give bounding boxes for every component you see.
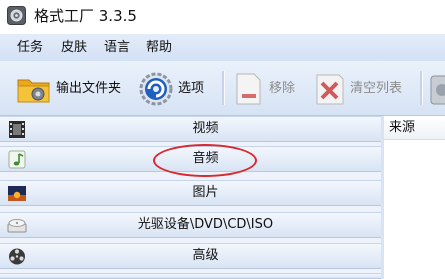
menu-language[interactable]: 语言 <box>104 40 130 56</box>
category-picture[interactable]: 图片 <box>0 180 381 206</box>
film-reel-icon <box>9 248 25 265</box>
disc-drive-icon <box>7 219 27 233</box>
menu-task[interactable]: 任务 <box>17 40 43 56</box>
toolbar-separator <box>420 71 423 105</box>
clear-list-label: 清空列表 <box>350 81 403 96</box>
app-logo-icon <box>7 6 26 25</box>
category-label: 高级 <box>192 248 219 263</box>
toolbar-separator <box>222 71 225 105</box>
category-audio[interactable]: 音频 <box>0 146 381 172</box>
task-list: 来源 <box>384 116 445 279</box>
toolbar: 输出文件夹 选项 移除 清空列表 <box>0 61 445 116</box>
options-label: 选项 <box>178 81 205 96</box>
category-panel: 视频 音频 图片 光驱设备\DVD\CD\ISO 高级 <box>0 116 381 279</box>
start-icon[interactable] <box>430 74 445 106</box>
menu-help[interactable]: 帮助 <box>146 40 172 56</box>
picture-icon <box>8 186 26 201</box>
remove-document-icon <box>236 73 261 105</box>
remove-label: 移除 <box>269 81 296 96</box>
gear-icon <box>139 72 173 106</box>
film-icon <box>9 121 25 138</box>
clear-list-icon <box>316 74 344 105</box>
category-video[interactable]: 视频 <box>0 116 381 142</box>
category-label: 视频 <box>192 121 219 136</box>
category-row-partial <box>0 273 381 279</box>
category-label: 图片 <box>192 185 219 200</box>
menu-bar: 任务 皮肤 语言 帮助 <box>0 34 445 61</box>
window-title: 格式工厂 3.3.5 <box>34 7 137 25</box>
output-folder-label: 输出文件夹 <box>56 81 122 96</box>
folder-icon <box>17 79 50 103</box>
title-bar: 格式工厂 3.3.5 <box>0 0 445 34</box>
options-button[interactable]: 选项 <box>138 69 212 109</box>
music-note-icon <box>8 150 26 169</box>
output-folder-button[interactable]: 输出文件夹 <box>16 69 128 109</box>
category-advanced[interactable]: 高级 <box>0 243 381 269</box>
category-label: 光驱设备\DVD\CD\ISO <box>137 217 274 232</box>
remove-button[interactable]: 移除 <box>231 69 301 109</box>
column-header-label: 来源 <box>389 120 416 135</box>
menu-skin[interactable]: 皮肤 <box>61 40 87 56</box>
category-label: 音频 <box>192 151 219 166</box>
category-disc-device[interactable]: 光驱设备\DVD\CD\ISO <box>0 212 381 238</box>
column-header-source[interactable]: 来源 <box>384 116 445 140</box>
clear-list-button[interactable]: 清空列表 <box>312 69 412 109</box>
